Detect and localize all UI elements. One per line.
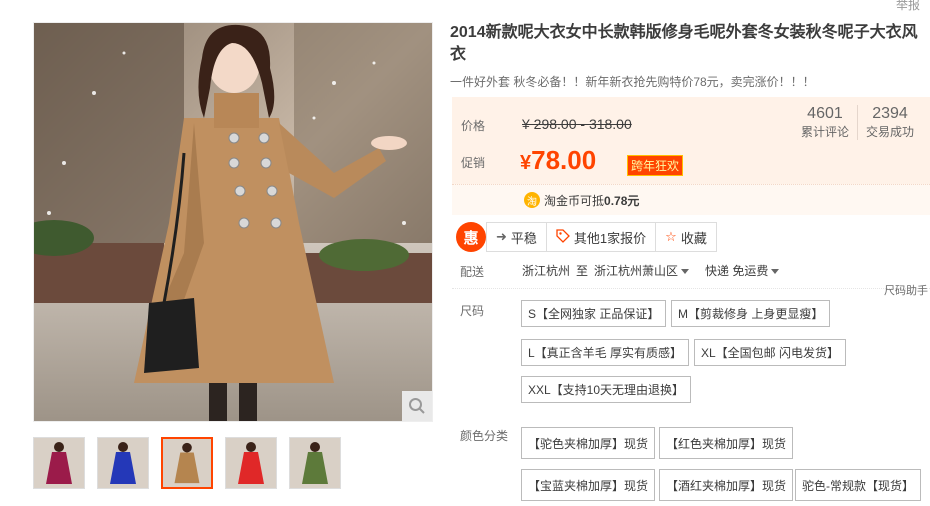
coin-text: 淘金币可抵 <box>544 193 605 208</box>
product-photo <box>34 23 432 421</box>
tag-icon <box>556 228 570 246</box>
magnifier-icon <box>409 398 425 414</box>
thumbnail-photo <box>226 438 276 488</box>
price-trend-label: 平稳 <box>510 230 537 246</box>
current-price: ¥78.00 <box>520 145 596 176</box>
current-price-value: 78.00 <box>531 145 597 175</box>
zoom-button[interactable] <box>402 391 432 421</box>
thumbnail-photo <box>290 438 340 488</box>
color-option-wine-red[interactable]: 【酒红夹棉加厚】现货 <box>659 469 794 501</box>
promo-badge: 跨年狂欢 <box>627 155 684 176</box>
product-info: 2014新款呢大衣女中长款韩版修身毛呢外套冬女装秋冬呢子大衣风衣 一件好外套 秋… <box>450 22 930 90</box>
ship-from: 浙江杭州 <box>522 264 571 278</box>
price-panel: 价格 ¥ 298.00 - 318.00 促销 ¥78.00 跨年狂欢 4601… <box>452 97 930 215</box>
thumbnail-2[interactable] <box>97 437 149 489</box>
price-trend-button[interactable]: ➜ 平稳 <box>486 222 547 252</box>
report-link[interactable]: 举报 <box>896 0 920 13</box>
sales-count-value: 2394 <box>872 105 908 122</box>
promo-label: 促销 <box>461 156 486 170</box>
ship-to: 浙江杭州萧山区 <box>594 264 679 278</box>
main-product-image[interactable] <box>33 22 433 422</box>
action-bar: 惠 ➜ 平稳 其他1家报价 ☆ 收藏 <box>456 222 717 252</box>
thumbnail-3[interactable] <box>161 437 213 489</box>
currency-symbol: ¥ <box>520 152 532 174</box>
thumbnail-1[interactable] <box>33 437 85 489</box>
thumbnail-4[interactable] <box>225 437 277 489</box>
favorite-button[interactable]: ☆ 收藏 <box>655 222 717 252</box>
size-label: 尺码 <box>460 304 485 318</box>
price-label: 价格 <box>461 119 486 133</box>
shipping-selector[interactable]: 快递 免运费 <box>705 262 780 279</box>
chevron-down-icon <box>681 269 690 275</box>
ship-to-selector[interactable]: 浙江杭州萧山区 <box>594 262 690 279</box>
size-helper-link[interactable]: 尺码助手 <box>884 282 928 298</box>
arrow-right-icon: ➜ <box>496 229 507 244</box>
thumbnail-photo <box>98 438 148 488</box>
stats: 4601 累计评论 2394 交易成功 <box>793 105 922 140</box>
coin-value: 0.78元 <box>604 193 640 208</box>
ship-to-word: 至 <box>576 264 589 278</box>
star-icon: ☆ <box>665 229 677 244</box>
taobao-coin-icon: 淘 <box>524 192 540 208</box>
taobao-coin-line: 淘 淘金币可抵 0.78元 <box>452 184 930 215</box>
other-quotes-button[interactable]: 其他1家报价 <box>545 222 657 252</box>
shipping-method: 快递 免运费 <box>705 264 769 278</box>
original-price: ¥ 298.00 - 318.00 <box>522 116 632 132</box>
size-option-l[interactable]: L【真正含羊毛 厚实有质感】 <box>521 339 690 366</box>
color-label: 颜色分类 <box>460 429 509 443</box>
thumbnail-photo <box>163 439 211 487</box>
color-option-camel-regular[interactable]: 驼色-常规款【现货】 <box>795 469 921 501</box>
delivery-label: 配送 <box>460 265 485 279</box>
color-option-red[interactable]: 【红色夹棉加厚】现货 <box>659 427 794 459</box>
sales-count-label: 交易成功 <box>865 125 914 139</box>
review-count-label: 累计评论 <box>800 125 849 139</box>
color-option-royal-blue[interactable]: 【宝蓝夹棉加厚】现货 <box>521 469 656 501</box>
chevron-down-icon <box>771 269 780 275</box>
size-option-m[interactable]: M【剪裁修身 上身更显瘦】 <box>671 300 831 327</box>
review-count[interactable]: 4601 累计评论 <box>793 105 857 140</box>
product-title: 2014新款呢大衣女中长款韩版修身毛呢外套冬女装秋冬呢子大衣风衣 <box>450 24 918 63</box>
thumbnail-list <box>33 437 341 489</box>
thumbnail-5[interactable] <box>289 437 341 489</box>
sales-count: 2394 交易成功 <box>856 105 922 140</box>
favorite-label: 收藏 <box>680 230 707 246</box>
size-option-xxl[interactable]: XXL【支持10天无理由退换】 <box>521 376 692 403</box>
product-subtitle: 一件好外套 秋冬必备！！新年新衣抢先购特价78元，卖完涨价！！！ <box>450 75 815 89</box>
size-option-s[interactable]: S【全网独家 正品保证】 <box>521 300 667 327</box>
divider <box>452 288 930 289</box>
discount-icon[interactable]: 惠 <box>456 222 486 252</box>
review-count-value: 4601 <box>807 105 843 122</box>
thumbnail-photo <box>34 438 84 488</box>
size-option-xl[interactable]: XL【全国包邮 闪电发货】 <box>694 339 847 366</box>
delivery-info: 浙江杭州 至 浙江杭州萧山区 快递 免运费 <box>522 262 780 279</box>
other-quotes-label: 其他1家报价 <box>573 230 647 246</box>
color-option-camel[interactable]: 【驼色夹棉加厚】现货 <box>521 427 656 459</box>
